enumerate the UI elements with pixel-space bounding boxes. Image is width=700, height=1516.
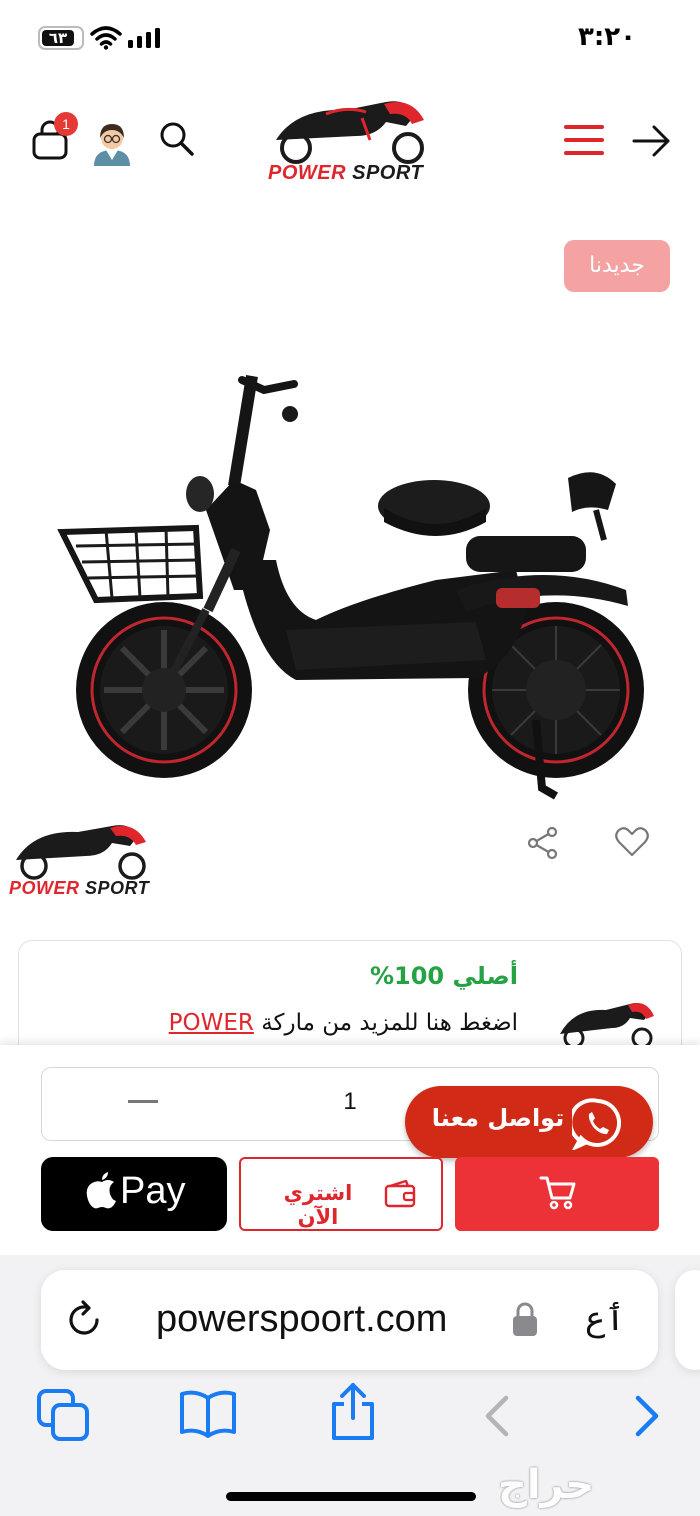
- whatsapp-contact-label: تواصل معنا: [431, 1104, 565, 1132]
- back-arrow-icon[interactable]: [630, 122, 672, 160]
- tabs-icon[interactable]: [36, 1388, 92, 1444]
- home-indicator[interactable]: [226, 1492, 476, 1501]
- brand-more-text: اضغط هنا للمزيد من ماركة: [261, 1010, 518, 1036]
- product-brand-logo-graphic: [16, 825, 146, 880]
- watermark: حراج: [498, 1462, 595, 1508]
- chevron-left-icon[interactable]: [482, 1394, 512, 1438]
- reload-icon[interactable]: [64, 1300, 104, 1340]
- wallet-icon: [384, 1180, 416, 1208]
- buy-now-label: اشتري الآن: [283, 1181, 353, 1229]
- quantity-minus-button[interactable]: [128, 1100, 158, 1103]
- add-to-cart-icon: [539, 1176, 576, 1210]
- battery-icon: ٦٣: [38, 26, 84, 50]
- signal-icon: [128, 28, 160, 48]
- next-tab-peek[interactable]: [675, 1270, 700, 1370]
- menu-icon[interactable]: [564, 122, 604, 158]
- text-size-button[interactable]: ٲع: [585, 1298, 625, 1339]
- whatsapp-icon: [572, 1098, 622, 1150]
- product-brand-logo-text: POWER SPORT: [9, 878, 150, 898]
- apple-pay-label: Pay: [120, 1170, 186, 1212]
- card-brand-logo: [560, 1003, 654, 1048]
- battery-level: ٦٣: [42, 30, 74, 46]
- header-logo-text: POWER SPORT: [268, 162, 424, 184]
- cart-count-badge: 1: [54, 112, 78, 136]
- new-tag: جديدنا: [564, 240, 670, 292]
- search-icon[interactable]: [158, 120, 196, 158]
- original-label: أصلي 100%: [369, 962, 518, 990]
- status-time: ٣:٢٠: [578, 22, 637, 52]
- header-logo-graphic[interactable]: [266, 96, 436, 166]
- avatar-icon[interactable]: [90, 120, 134, 166]
- wifi-icon: [90, 26, 122, 50]
- chevron-right-icon[interactable]: [632, 1394, 662, 1438]
- heart-icon[interactable]: [614, 826, 650, 858]
- brand-more-line[interactable]: اضغط هنا للمزيد من ماركة POWER: [169, 1010, 518, 1036]
- bookmarks-icon[interactable]: [178, 1390, 238, 1438]
- apple-icon: [86, 1172, 116, 1209]
- share-icon[interactable]: [526, 826, 560, 860]
- product-image: [57, 375, 644, 800]
- url-text[interactable]: powerspoort.com: [156, 1298, 447, 1341]
- share-sheet-icon[interactable]: [328, 1382, 378, 1442]
- brand-link[interactable]: POWER: [169, 1010, 254, 1036]
- lock-icon: [513, 1302, 537, 1336]
- quantity-value[interactable]: 1: [330, 1088, 370, 1116]
